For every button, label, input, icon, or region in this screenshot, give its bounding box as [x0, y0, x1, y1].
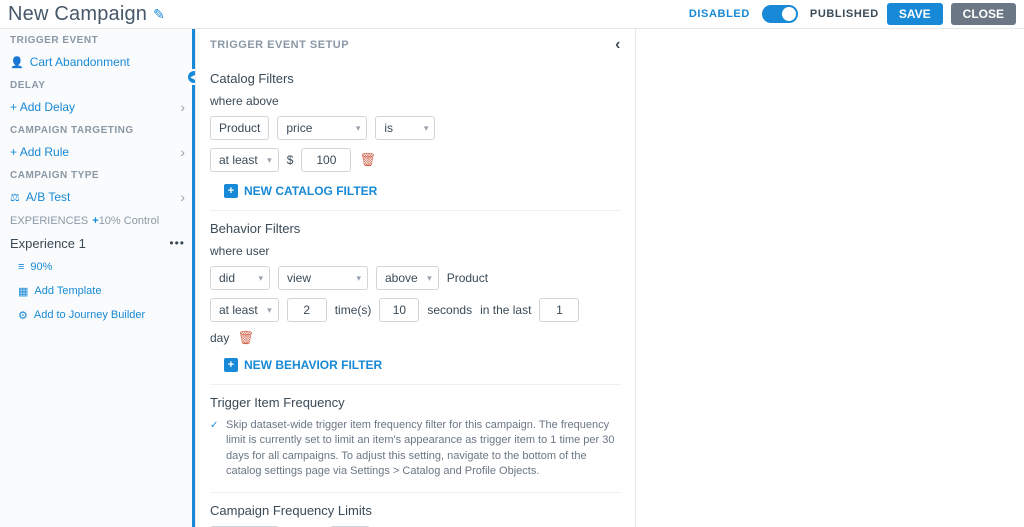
delay-head: DELAY — [0, 74, 195, 95]
add-template-label: Add Template — [34, 285, 101, 297]
scale-icon: ⚖ — [10, 191, 20, 204]
back-icon[interactable]: ‹ — [615, 36, 621, 54]
catalog-attr-select[interactable]: price — [277, 116, 367, 140]
top-bar: New Campaign ✎ DISABLED PUBLISHED SAVE C… — [0, 0, 1024, 28]
enable-toggle[interactable] — [762, 5, 798, 23]
targeting-head: CAMPAIGN TARGETING — [0, 119, 195, 140]
currency-symbol: $ — [287, 153, 294, 167]
catalog-filters-section: Catalog Filters where above Product pric… — [210, 61, 621, 211]
save-button[interactable]: SAVE — [887, 3, 943, 25]
exp1-pct-label: 90% — [30, 261, 52, 273]
behavior-seconds-input[interactable] — [379, 298, 419, 322]
template-icon: ▦ — [18, 285, 28, 298]
experience-1-pct[interactable]: ≡ 90% — [0, 255, 195, 279]
behavior-seconds-label: seconds — [427, 303, 472, 317]
setup-panel: TRIGGER EVENT SETUP ‹ Catalog Filters wh… — [196, 29, 636, 527]
experience-1-item[interactable]: Experience 1 ••• — [0, 231, 195, 255]
page-title: New Campaign ✎ — [8, 3, 165, 26]
user-icon: 👤 — [10, 56, 24, 69]
collapse-sidebar-icon[interactable]: ◀ — [186, 69, 196, 85]
catalog-entity: Product — [210, 116, 269, 140]
experiences-label: EXPERIENCES — [10, 215, 88, 227]
published-label: PUBLISHED — [810, 8, 879, 20]
add-journey-item[interactable]: ⚙ Add to Journey Builder — [0, 303, 195, 327]
add-delay-item[interactable]: Add Delay › — [0, 95, 195, 119]
plus-icon: + — [224, 358, 238, 372]
preview-area — [636, 29, 1024, 527]
catalog-amount-input[interactable] — [301, 148, 351, 172]
catalog-where: where above — [210, 94, 621, 108]
add-journey-label: Add to Journey Builder — [34, 309, 145, 321]
catalog-op-select[interactable]: is — [375, 116, 435, 140]
behavior-filters-section: Behavior Filters where user did view abo… — [210, 211, 621, 385]
toggle-knob — [782, 7, 796, 21]
check-icon[interactable]: ✓ — [210, 419, 218, 433]
plus-icon: + — [224, 184, 238, 198]
chevron-right-icon: › — [180, 189, 185, 205]
behavior-filters-head: Behavior Filters — [210, 221, 621, 236]
behavior-compare-select[interactable]: at least — [210, 298, 279, 322]
trigger-event-head: TRIGGER EVENT — [0, 29, 195, 50]
frequency-help: ✓ Skip dataset-wide trigger item frequen… — [210, 418, 621, 480]
behavior-period-input[interactable] — [539, 298, 579, 322]
behavior-action-select[interactable]: view — [278, 266, 368, 290]
more-icon[interactable]: ••• — [169, 236, 185, 250]
close-button[interactable]: CLOSE — [951, 3, 1016, 25]
behavior-inlast: in the last — [480, 303, 531, 317]
catalog-filters-head: Catalog Filters — [210, 71, 621, 86]
behavior-times: time(s) — [335, 303, 372, 317]
behavior-period-unit: day — [210, 331, 229, 345]
new-catalog-filter-label: NEW CATALOG FILTER — [244, 184, 377, 198]
title-text: New Campaign — [8, 3, 147, 26]
behavior-count-input[interactable] — [287, 298, 327, 322]
ab-test-item[interactable]: ⚖ A/B Test › — [0, 185, 195, 209]
behavior-rel-select[interactable]: above — [376, 266, 439, 290]
ab-test-label: A/B Test — [26, 190, 70, 204]
new-behavior-filter-button[interactable]: + NEW BEHAVIOR FILTER — [224, 358, 382, 372]
main: TRIGGER EVENT SETUP ‹ Catalog Filters wh… — [196, 29, 1024, 527]
sidebar-accent — [192, 29, 195, 527]
behavior-entity: Product — [447, 271, 488, 285]
control-pct[interactable]: 10% Control — [99, 215, 160, 227]
sidebar: ◀ TRIGGER EVENT 👤 Cart Abandonment DELAY… — [0, 29, 196, 527]
add-delay-label: Add Delay — [10, 100, 75, 114]
delete-catalog-filter-icon[interactable]: 🗑 — [359, 152, 376, 168]
add-template-item[interactable]: ▦ Add Template — [0, 279, 195, 303]
behavior-did-select[interactable]: did — [210, 266, 270, 290]
experiences-head: EXPERIENCES + 10% Control — [0, 209, 195, 231]
panel-head: TRIGGER EVENT SETUP ‹ — [210, 29, 621, 61]
campaign-frequency-limits-section: Campaign Frequency Limits Weekly limit o… — [210, 493, 621, 527]
new-behavior-filter-label: NEW BEHAVIOR FILTER — [244, 358, 382, 372]
add-rule-item[interactable]: Add Rule › — [0, 140, 195, 164]
delete-behavior-filter-icon[interactable]: 🗑 — [237, 330, 254, 346]
behavior-where: where user — [210, 244, 621, 258]
edit-title-icon[interactable]: ✎ — [153, 6, 165, 23]
chevron-right-icon: › — [180, 144, 185, 160]
disabled-label: DISABLED — [689, 8, 750, 20]
campaign-type-head: CAMPAIGN TYPE — [0, 164, 195, 185]
frequency-help-text: Skip dataset-wide trigger item frequency… — [226, 419, 614, 477]
new-catalog-filter-button[interactable]: + NEW CATALOG FILTER — [224, 184, 377, 198]
add-rule-label: Add Rule — [10, 145, 69, 159]
panel-title: TRIGGER EVENT SETUP — [210, 39, 349, 51]
trigger-event-label: Cart Abandonment — [30, 55, 130, 69]
gear-icon: ⚙ — [18, 309, 28, 322]
chevron-right-icon: › — [180, 99, 185, 115]
experience-1-label: Experience 1 — [10, 236, 86, 251]
trigger-event-item[interactable]: 👤 Cart Abandonment — [0, 50, 195, 74]
trigger-item-frequency-head: Trigger Item Frequency — [210, 395, 621, 410]
campaign-frequency-limits-head: Campaign Frequency Limits — [210, 503, 621, 518]
trigger-item-frequency-section: Trigger Item Frequency ✓ Skip dataset-wi… — [210, 385, 621, 493]
bar-chart-icon: ≡ — [18, 261, 24, 273]
catalog-compare-select[interactable]: at least — [210, 148, 279, 172]
